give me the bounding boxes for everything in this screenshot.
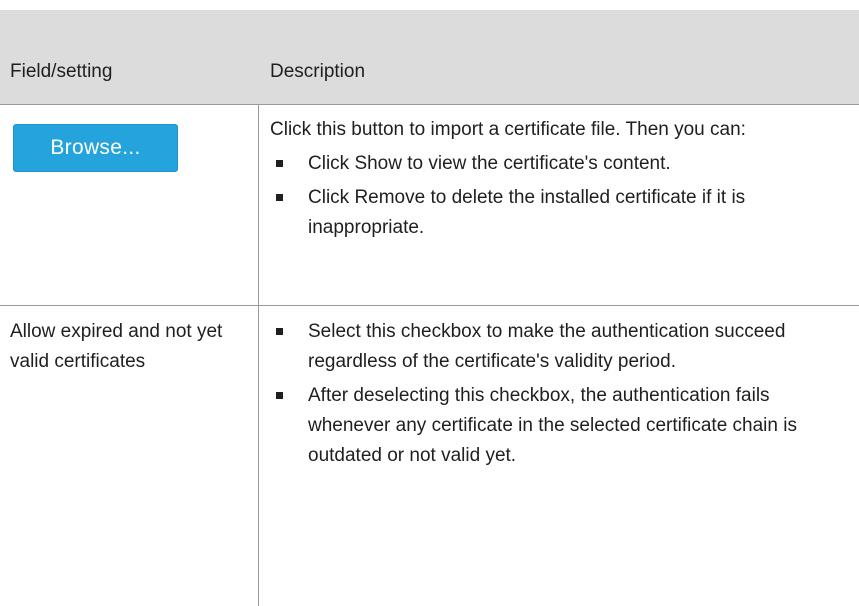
header-field-setting: Field/setting <box>10 61 113 82</box>
list-item: Select this checkbox to make the authent… <box>270 317 847 377</box>
bullet-text: After deselecting this checkbox, the aut… <box>308 385 797 466</box>
bullet-icon <box>276 194 283 201</box>
bullet-icon <box>276 160 283 167</box>
bullet-icon <box>276 328 283 335</box>
bullet-text: Select this checkbox to make the authent… <box>308 321 786 372</box>
settings-table: Field/setting Description Browse... Clic… <box>0 10 859 606</box>
column-divider <box>258 306 259 606</box>
table-row: Browse... Click this button to import a … <box>0 105 859 306</box>
list-item: After deselecting this checkbox, the aut… <box>270 381 847 471</box>
bullet-text: Click Remove to delete the installed cer… <box>308 187 746 238</box>
table-header: Field/setting Description <box>0 10 859 105</box>
description-intro: Click this button to import a certificat… <box>270 119 746 140</box>
bullet-text: Click Show to view the certificate's con… <box>308 153 671 174</box>
description-cell: Select this checkbox to make the authent… <box>270 317 847 471</box>
field-label: Allow expired and not yet valid certific… <box>10 321 223 372</box>
header-description: Description <box>270 61 366 82</box>
list-item: Click Remove to delete the installed cer… <box>270 183 847 243</box>
browse-button[interactable]: Browse... <box>13 124 178 172</box>
column-divider <box>258 105 259 305</box>
list-item: Click Show to view the certificate's con… <box>270 149 847 179</box>
description-cell: Click this button to import a certificat… <box>270 115 847 243</box>
table-row: Allow expired and not yet valid certific… <box>0 306 859 606</box>
bullet-icon <box>276 392 283 399</box>
